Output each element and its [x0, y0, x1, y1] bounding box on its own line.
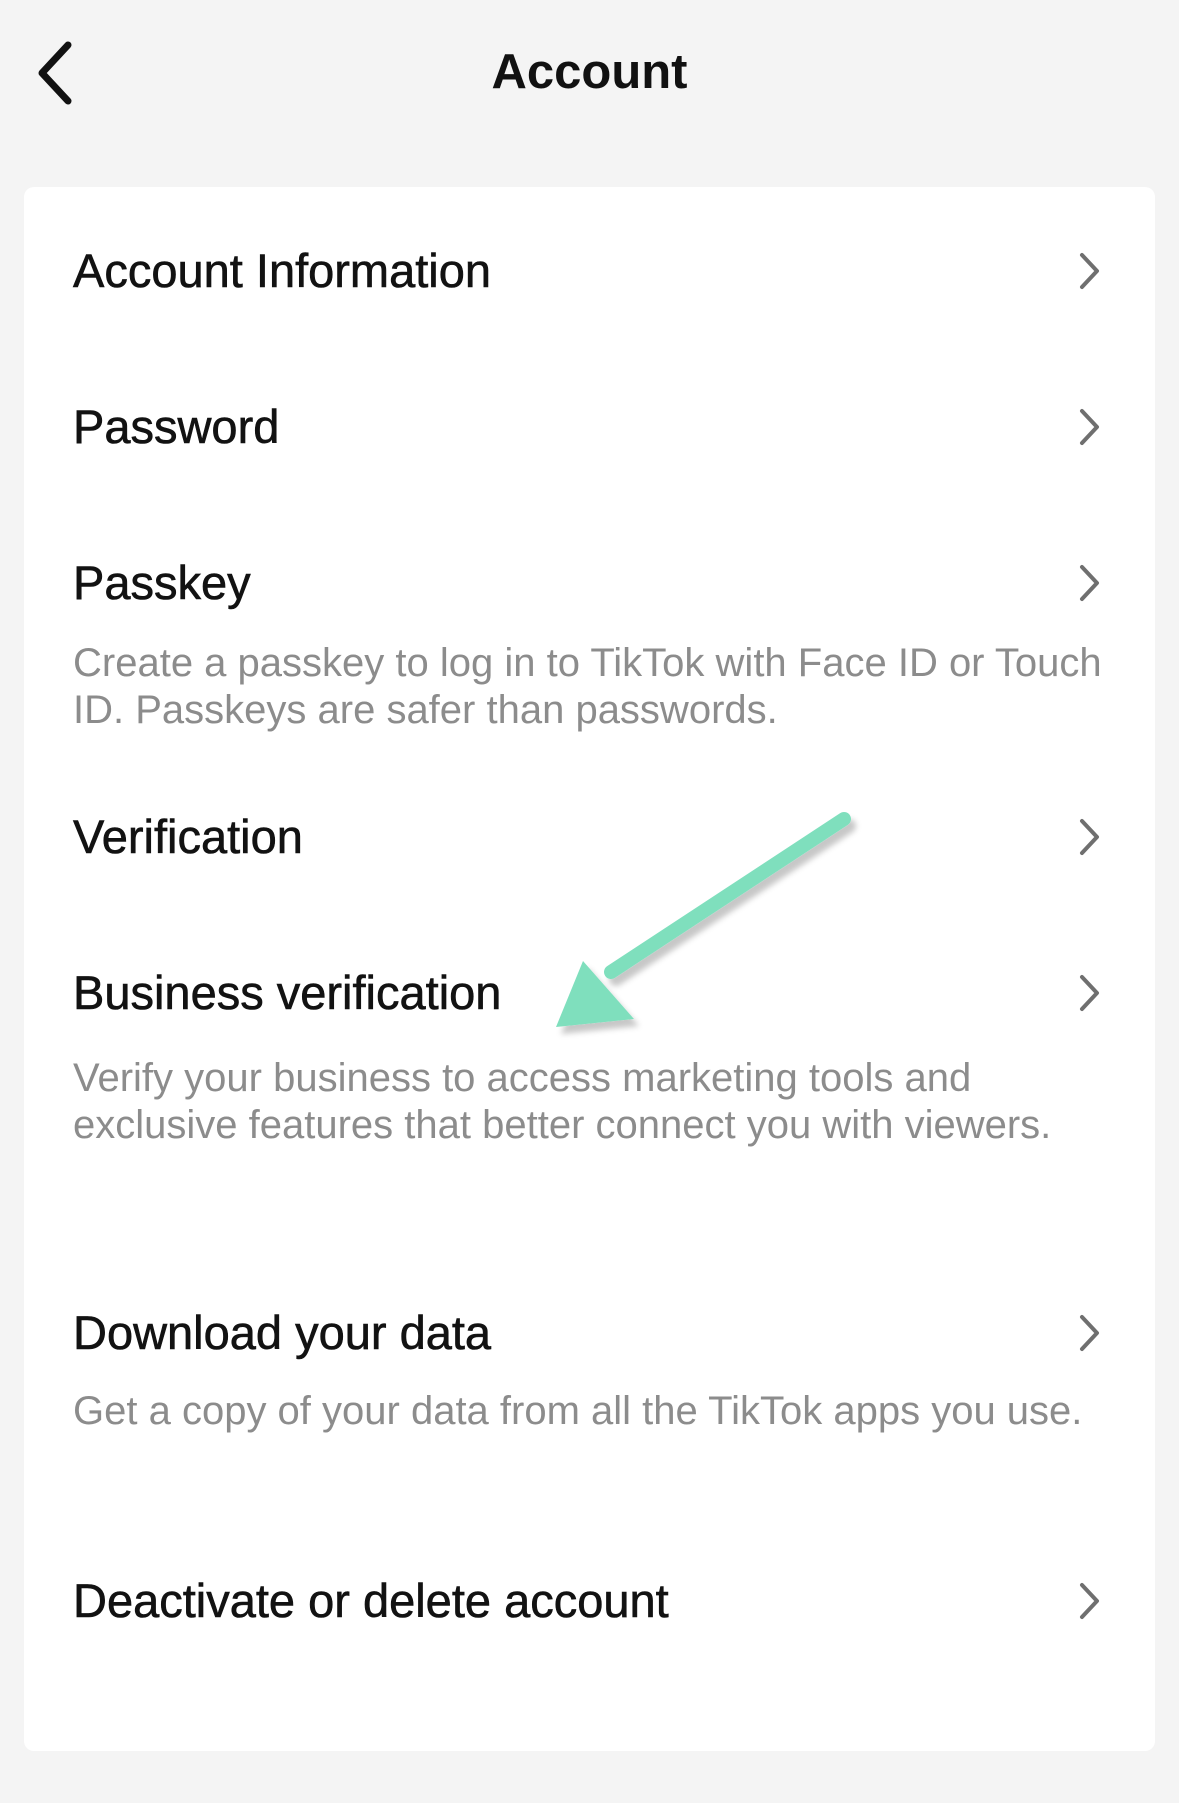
verification-row[interactable]: Verification — [24, 757, 1155, 913]
top-header: Account — [0, 0, 1179, 145]
password-row[interactable]: Password — [24, 343, 1155, 499]
passkey-description: Create a passkey to log in to TikTok wit… — [73, 641, 1102, 732]
passkey-row[interactable]: Passkey Create a passkey to log in to Ti… — [24, 499, 1155, 757]
password-label: Password — [73, 400, 280, 454]
deactivate-or-delete-account-label: Deactivate or delete account — [73, 1574, 669, 1628]
deactivate-or-delete-account-row[interactable]: Deactivate or delete account — [24, 1513, 1155, 1751]
download-your-data-row[interactable]: Download your data Get a copy of your da… — [24, 1213, 1155, 1513]
chevron-right-icon — [1074, 249, 1104, 293]
business-verification-row[interactable]: Business verification Verify your busine… — [24, 913, 1155, 1213]
chevron-right-icon — [1074, 1311, 1104, 1355]
account-information-row[interactable]: Account Information — [24, 187, 1155, 343]
verification-label: Verification — [73, 810, 304, 864]
account-settings-card: Account Information Password Passkey Cre… — [24, 187, 1155, 1751]
passkey-label: Passkey — [73, 556, 251, 610]
download-your-data-label: Download your data — [73, 1306, 492, 1360]
chevron-right-icon — [1074, 561, 1104, 605]
chevron-right-icon — [1074, 1579, 1104, 1623]
account-information-label: Account Information — [73, 244, 492, 298]
business-verification-label: Business verification — [73, 966, 502, 1020]
chevron-right-icon — [1074, 971, 1104, 1015]
business-verification-description: Verify your business to access marketing… — [73, 1056, 1052, 1147]
chevron-right-icon — [1074, 405, 1104, 449]
page-title: Account — [491, 45, 688, 99]
chevron-right-icon — [1074, 815, 1104, 859]
download-your-data-description: Get a copy of your data from all the Tik… — [73, 1389, 1083, 1433]
